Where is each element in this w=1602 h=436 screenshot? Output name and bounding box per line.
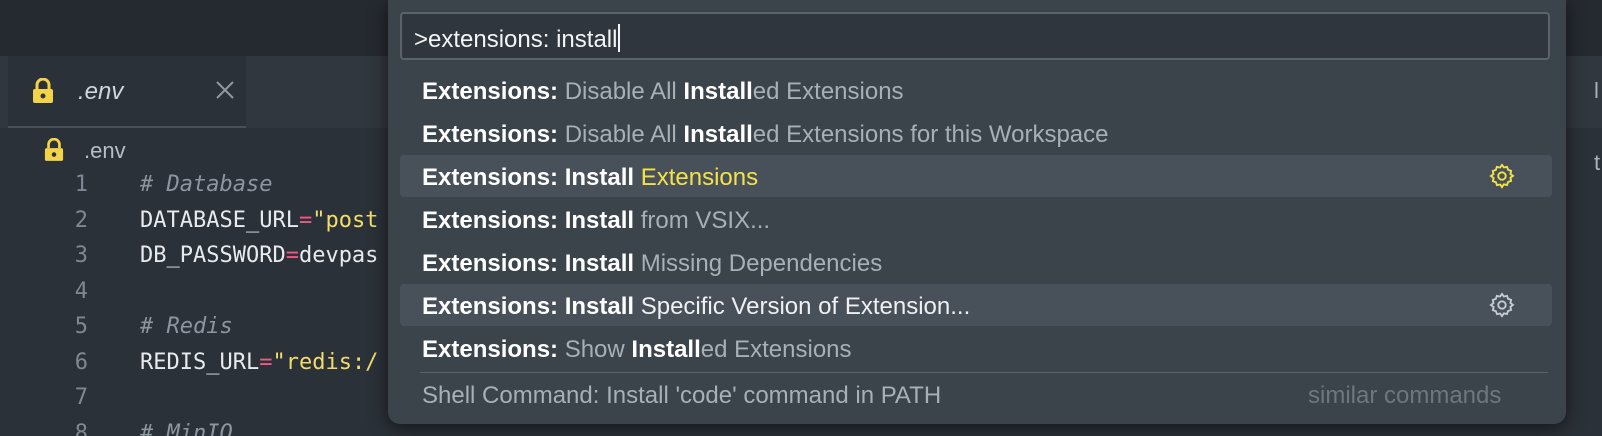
code-token: = — [285, 243, 299, 268]
command-item[interactable]: Extensions: Disable All Installed Extens… — [400, 69, 1552, 111]
line-number: 3 — [74, 243, 88, 268]
breadcrumb-file: .env — [84, 138, 126, 163]
command-item[interactable]: Extensions: Show Installed Extensions — [400, 327, 1552, 369]
code-text: REDIS_URL="redis:/ — [140, 350, 378, 375]
label-segment: Extensions: Install — [422, 207, 635, 234]
line-number: 2 — [74, 207, 88, 233]
label-segment: Extensions: Install — [422, 293, 635, 320]
tab-env[interactable]: .env — [8, 56, 246, 128]
separator — [420, 372, 1548, 373]
command-item[interactable]: Extensions: Install Specific Version of … — [400, 284, 1552, 326]
command-label: Extensions: Install Extensions — [422, 164, 758, 192]
command-item[interactable]: Extensions: Install from VSIX... — [400, 198, 1552, 240]
code-line[interactable]: 4 — [0, 279, 388, 315]
label-segment: Install — [683, 121, 753, 148]
code-token: = — [259, 349, 273, 375]
command-query: >extensions: install — [414, 26, 618, 53]
tab-title: .env — [78, 78, 124, 105]
right-edge-char: t — [1594, 150, 1601, 175]
right-edge-char: l — [1594, 78, 1599, 103]
line-number: 5 — [74, 314, 88, 339]
code-text: DATABASE_URL="post — [140, 208, 378, 233]
label-segment: ed Extensions — [752, 78, 904, 105]
code-line[interactable]: 3 DB_PASSWORD=devpas — [0, 243, 388, 279]
label-segment: ed Extensions — [700, 336, 852, 363]
label-segment: Extensions: Install — [422, 250, 635, 277]
label-segment: ed Extensions for this Workspace — [752, 121, 1109, 148]
code-token: "redis:/ — [272, 349, 379, 375]
code-text: # MinIO — [140, 421, 233, 436]
gear-icon[interactable] — [1488, 162, 1516, 195]
code-token: devpas — [298, 243, 379, 268]
code-token: "post — [312, 207, 379, 233]
label-segment: Extensions: — [422, 121, 559, 148]
line-number: 1 — [74, 172, 88, 197]
label-segment: Disable All — [558, 121, 684, 148]
lock-icon — [44, 137, 64, 167]
code-token: DB_PASSWORD — [140, 243, 286, 268]
code-line[interactable]: 8 # MinIO — [0, 421, 388, 436]
code-line[interactable]: 5 # Redis — [0, 314, 388, 350]
code-text: DB_PASSWORD=devpas — [140, 243, 378, 268]
label-segment: Install — [631, 336, 701, 363]
lock-icon — [32, 77, 54, 109]
command-label: Extensions: Install Specific Version of … — [422, 293, 970, 321]
command-palette-input[interactable]: >extensions: install — [400, 12, 1550, 60]
command-label: Extensions: Show Installed Extensions — [422, 336, 852, 364]
code-token: = — [298, 207, 313, 233]
similar-commands-label: similar commands — [1308, 382, 1502, 409]
code-token: REDIS_URL — [140, 349, 260, 375]
command-label: Extensions: Disable All Installed Extens… — [422, 78, 904, 106]
gear-icon[interactable] — [1488, 291, 1516, 324]
code-token: # MinIO — [140, 420, 233, 436]
line-number: 6 — [74, 349, 88, 375]
label-segment: Show — [558, 336, 632, 363]
label-segment: Extensions: — [422, 78, 559, 105]
command-item[interactable]: Extensions: Disable All Installed Extens… — [400, 112, 1552, 154]
code-lines: 1 # Database 2 DATABASE_URL="post 3 DB_PASSWO… — [0, 172, 388, 436]
line-number: 7 — [74, 385, 88, 410]
label-segment: from VSIX... — [634, 207, 771, 234]
code-token: # Redis — [140, 314, 233, 339]
close-icon[interactable] — [215, 80, 235, 105]
code-token: DATABASE_URL — [140, 207, 299, 233]
command-label: Extensions: Disable All Installed Extens… — [422, 121, 1109, 149]
code-line[interactable]: 6 REDIS_URL="redis:/ — [0, 350, 388, 386]
line-number: 8 — [74, 420, 88, 436]
command-item[interactable]: Extensions: Install Extensions — [400, 155, 1552, 197]
other-command-shell-install[interactable]: Shell Command: Install 'code' command in… — [422, 382, 941, 410]
label-segment: Install — [683, 78, 753, 105]
code-line[interactable]: 2 DATABASE_URL="post — [0, 208, 388, 244]
label-segment: Specific Version of Extension... — [634, 293, 971, 320]
code-line[interactable]: 1 # Database — [0, 172, 388, 208]
label-segment: Extensions: — [422, 336, 559, 363]
line-number: 4 — [74, 278, 88, 304]
text-cursor — [618, 24, 621, 52]
code-text: # Database — [140, 172, 272, 197]
label-segment: Extensions — [634, 164, 759, 191]
command-palette: >extensions: install Extensions: Disable… — [388, 0, 1566, 424]
code-line[interactable]: 7 — [0, 385, 388, 421]
command-item[interactable]: Extensions: Install Missing Dependencies — [400, 241, 1552, 283]
code-token: # Database — [140, 172, 273, 197]
code-text: # Redis — [140, 314, 233, 339]
label-segment: Disable All — [558, 78, 684, 105]
label-segment: Extensions: Install — [422, 164, 635, 191]
label-segment: Missing Dependencies — [634, 250, 883, 277]
command-label: Extensions: Install from VSIX... — [422, 207, 770, 235]
command-label: Extensions: Install Missing Dependencies — [422, 250, 882, 278]
